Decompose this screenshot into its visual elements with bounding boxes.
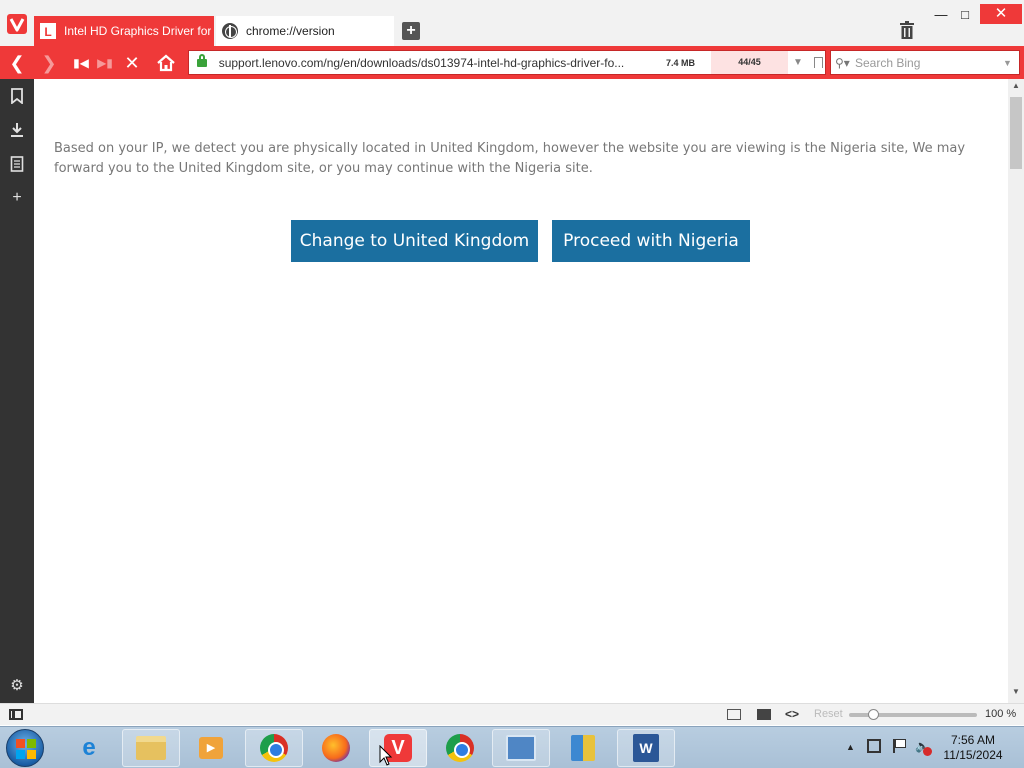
taskbar-media-player[interactable]: ▶ xyxy=(182,729,240,767)
address-bar: ❮ ❯ ▮◀ ▶▮ ✕ support.lenovo.com/ng/en/dow… xyxy=(0,46,1024,79)
maximize-button[interactable]: □ xyxy=(953,6,977,24)
taskbar-chrome-2[interactable] xyxy=(431,729,489,767)
close-window-button[interactable]: ✕ xyxy=(980,4,1022,24)
page-tiling-icon[interactable] xyxy=(727,709,741,720)
forward-button[interactable]: ❯ xyxy=(38,52,60,74)
taskbar-vivaldi[interactable]: V xyxy=(369,729,427,767)
url-text: support.lenovo.com/ng/en/downloads/ds013… xyxy=(218,55,625,70)
mouse-cursor-icon xyxy=(379,745,393,766)
lenovo-favicon-icon: L xyxy=(40,23,56,39)
download-icon[interactable] xyxy=(8,122,26,140)
fast-forward-button[interactable]: ▶▮ xyxy=(94,52,116,74)
mute-indicator-icon xyxy=(923,747,932,756)
taskbar-firefox[interactable] xyxy=(307,729,365,767)
add-panel-icon[interactable]: + xyxy=(8,189,26,207)
change-to-united-kingdom-button[interactable]: Change to United Kingdom xyxy=(291,220,538,262)
status-bar: <> Reset 100 % xyxy=(0,703,1024,725)
home-button[interactable] xyxy=(155,52,177,74)
clock-time: 7:56 AM xyxy=(950,733,996,747)
new-tab-button[interactable]: + xyxy=(402,22,420,40)
tab-title: Intel HD Graphics Driver for xyxy=(64,24,212,38)
internet-explorer-icon: e xyxy=(82,734,96,761)
notes-icon[interactable] xyxy=(8,156,26,174)
back-button[interactable]: ❮ xyxy=(6,52,28,74)
search-field[interactable]: ⚲▾ Search Bing ▼ xyxy=(830,50,1020,75)
chevron-down-icon[interactable]: ▼ xyxy=(788,57,807,68)
windows-logo-icon xyxy=(16,739,36,759)
tab-strip: L Intel HD Graphics Driver for chrome://… xyxy=(0,0,1024,46)
minimize-button[interactable]: — xyxy=(929,6,953,24)
media-player-icon: ▶ xyxy=(199,737,223,759)
firefox-icon xyxy=(322,734,350,762)
bookmark-icon[interactable] xyxy=(8,88,26,106)
folder-icon xyxy=(136,736,166,760)
control-panel-icon xyxy=(506,735,536,761)
clock[interactable]: 7:56 AM 11/15/2024 xyxy=(940,733,1006,763)
zoom-slider-thumb[interactable] xyxy=(868,709,879,720)
zoom-reset-button[interactable]: Reset xyxy=(814,708,843,720)
taskbar-file-explorer[interactable] xyxy=(122,729,180,767)
lock-icon xyxy=(197,53,207,68)
taskbar-chrome[interactable] xyxy=(245,729,303,767)
scroll-thumb[interactable] xyxy=(1010,97,1022,169)
taskbar-package-installer[interactable] xyxy=(554,729,612,767)
scroll-up-icon[interactable]: ▲ xyxy=(1008,81,1024,95)
chrome-icon xyxy=(260,734,288,762)
home-icon xyxy=(157,54,175,72)
vertical-scrollbar[interactable]: ▲ ▼ xyxy=(1008,79,1024,703)
page-content: Based on your IP, we detect you are phys… xyxy=(34,79,1008,703)
show-hidden-icons-icon[interactable]: ▲ xyxy=(846,742,855,752)
search-icon[interactable]: ⚲▾ xyxy=(835,56,855,70)
tab-intel-hd-graphics[interactable]: L Intel HD Graphics Driver for xyxy=(34,16,214,46)
panel-toggle-icon[interactable] xyxy=(9,709,23,720)
chrome-icon xyxy=(446,734,474,762)
clock-date: 11/15/2024 xyxy=(943,748,1003,762)
trash-icon[interactable] xyxy=(899,21,915,39)
vivaldi-menu-button[interactable] xyxy=(7,14,27,34)
scroll-down-icon[interactable]: ▼ xyxy=(1008,687,1024,701)
taskbar: e ▶ V W ▲ 🔈 7:56 AM 11/15/2024 xyxy=(0,726,1024,768)
rewind-button[interactable]: ▮◀ xyxy=(70,52,92,74)
tab-chrome-version[interactable]: chrome://version xyxy=(216,16,394,46)
stop-button[interactable]: ✕ xyxy=(121,52,143,74)
action-center-flag-icon[interactable] xyxy=(893,739,906,753)
search-placeholder: Search Bing xyxy=(855,55,921,70)
download-size: 7.4 MB xyxy=(665,57,695,68)
start-button[interactable] xyxy=(6,729,44,767)
package-icon xyxy=(571,735,595,761)
network-icon[interactable] xyxy=(867,739,881,753)
gear-icon[interactable]: ⚙ xyxy=(8,677,26,695)
zoom-level: 100 % xyxy=(985,708,1017,720)
code-icon[interactable]: <> xyxy=(785,707,799,721)
location-notice: Based on your IP, we detect you are phys… xyxy=(54,141,966,176)
proceed-with-nigeria-button[interactable]: Proceed with Nigeria xyxy=(552,220,750,262)
page-load-count: 44/45 xyxy=(710,51,789,74)
zoom-slider[interactable] xyxy=(849,709,977,720)
bookmark-icon[interactable] xyxy=(808,51,825,74)
taskbar-control-panel[interactable] xyxy=(492,729,550,767)
word-icon: W xyxy=(633,734,659,762)
vivaldi-logo-icon xyxy=(9,18,25,32)
url-field[interactable]: support.lenovo.com/ng/en/downloads/ds013… xyxy=(188,50,826,75)
tab-title: chrome://version xyxy=(246,24,335,38)
image-icon[interactable] xyxy=(757,709,771,720)
chevron-down-icon[interactable]: ▼ xyxy=(1003,58,1019,68)
side-panel: + ⚙ xyxy=(0,79,34,703)
globe-icon xyxy=(222,23,238,39)
taskbar-internet-explorer[interactable]: e xyxy=(60,729,118,767)
taskbar-word[interactable]: W xyxy=(617,729,675,767)
